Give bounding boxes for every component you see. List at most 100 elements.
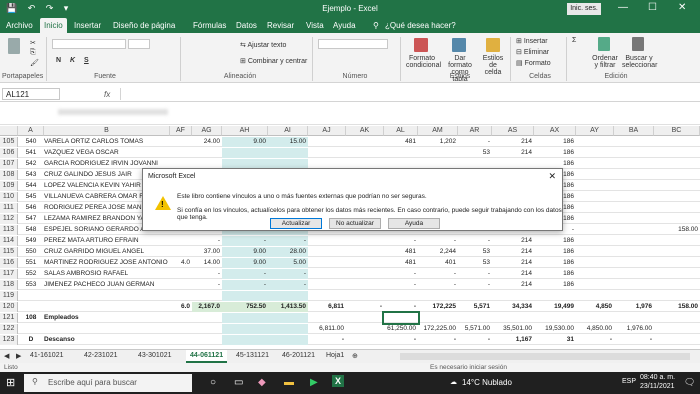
sheet-tab[interactable]: 43-301021 (138, 352, 171, 359)
cell-aj[interactable] (308, 258, 346, 268)
cell-bc[interactable] (654, 335, 700, 345)
cell-ar[interactable]: 53 (458, 258, 492, 268)
cell-ax[interactable]: 186 (534, 148, 576, 158)
cell-ba[interactable] (614, 181, 654, 191)
cell-ay[interactable] (576, 280, 614, 290)
cell-ak[interactable] (346, 269, 384, 279)
cell-am[interactable]: 172,225.00 (418, 324, 458, 334)
cell-ay[interactable]: - (576, 335, 614, 345)
row-header[interactable]: 113 (0, 225, 18, 235)
tab-inicio[interactable]: Inicio (40, 18, 67, 33)
cell-ba[interactable]: 1,976 (614, 302, 654, 312)
cell-a[interactable]: 542 (18, 159, 44, 169)
column-header[interactable]: B (44, 126, 170, 136)
row-header[interactable]: 115 (0, 247, 18, 257)
cell-ah[interactable]: - (222, 269, 268, 279)
sheet-tab[interactable]: 46-201121 (282, 352, 315, 359)
cell-a[interactable]: 553 (18, 280, 44, 290)
cell-ag[interactable]: - (192, 269, 222, 279)
spreadsheet-grid[interactable]: A B AF AG AH AI AJ AK AL AM AR AS AX AY BA BC 105 540 VARE… (0, 126, 700, 348)
cell-ai[interactable]: 28.00 (268, 247, 308, 257)
column-header[interactable]: AS (492, 126, 534, 136)
cell-styles-button[interactable]: Estilos de celda (480, 55, 506, 76)
column-header[interactable]: BC (654, 126, 700, 136)
cell-al[interactable]: - (384, 236, 418, 246)
autosum-icon[interactable]: Σ (572, 37, 576, 44)
tab-insertar[interactable]: Insertar (74, 21, 101, 30)
cell-ba[interactable] (614, 269, 654, 279)
column-header[interactable]: AK (346, 126, 384, 136)
excel-taskbar-icon[interactable]: X (332, 375, 345, 387)
cell-aj[interactable]: 6,811.00 (308, 324, 346, 334)
cell-al[interactable]: 481 (384, 247, 418, 257)
cell-ar[interactable]: 5,571 (458, 302, 492, 312)
cell-af[interactable]: 6.0 (170, 302, 192, 312)
cell-b[interactable]: MARTINEZ RODRIGUEZ JOSE ANTONIO (44, 258, 170, 268)
cell-ba[interactable] (614, 313, 654, 323)
row-header[interactable]: 114 (0, 236, 18, 246)
cell-ba[interactable]: - (614, 335, 654, 345)
cell-b[interactable]: CRUZ GARRIDO MIGUEL ANGEL (44, 247, 170, 257)
cell-a[interactable] (18, 291, 44, 301)
cell-ai[interactable] (268, 148, 308, 158)
cell-ar[interactable]: - (458, 280, 492, 290)
cell-a[interactable]: D (18, 335, 44, 345)
cell-b[interactable]: PEREZ MATA ARTURO EFRAIN (44, 236, 170, 246)
cell-as[interactable] (492, 291, 534, 301)
cell-ba[interactable] (614, 236, 654, 246)
cell-af[interactable] (170, 148, 192, 158)
cell-ax[interactable]: 186 (534, 247, 576, 257)
row-header[interactable]: 121 (0, 313, 18, 323)
row-header[interactable]: 120 (0, 302, 18, 312)
wrap-text-button[interactable]: ⇆ Ajustar texto (240, 41, 286, 49)
cell-ai[interactable]: - (268, 269, 308, 279)
name-box[interactable]: AL121 (2, 88, 60, 100)
no-update-button[interactable]: No actualizar (329, 218, 381, 229)
row-header[interactable]: 109 (0, 181, 18, 191)
cell-a[interactable]: 549 (18, 236, 44, 246)
column-header[interactable]: AG (192, 126, 222, 136)
cell-ba[interactable] (614, 192, 654, 202)
cell-as[interactable]: 34,334 (492, 302, 534, 312)
cell-ba[interactable] (614, 214, 654, 224)
cell-ax[interactable]: 186 (534, 137, 576, 147)
cell-a[interactable]: 108 (18, 313, 44, 323)
cell-ay[interactable]: 4,850.00 (576, 324, 614, 334)
cell-ah[interactable] (222, 324, 268, 334)
column-header[interactable]: A (18, 126, 44, 136)
app-icon[interactable]: ▶ (310, 377, 318, 388)
tab-diseno[interactable]: Diseño de página (113, 21, 175, 30)
cell-as[interactable]: 214 (492, 247, 534, 257)
number-format-dropdown[interactable] (318, 39, 388, 49)
cell-b[interactable]: SALAS AMBROSIO RAFAEL (44, 269, 170, 279)
cell-af[interactable] (170, 247, 192, 257)
cell-ai[interactable]: 1,413.50 (268, 302, 308, 312)
cut-icon[interactable]: ✂ (30, 39, 36, 47)
cell-al[interactable] (384, 291, 418, 301)
sheet-tab[interactable]: 41-161021 (30, 352, 63, 359)
cell-ba[interactable]: 1,976.00 (614, 324, 654, 334)
cell-ag[interactable] (192, 148, 222, 158)
cell-ay[interactable] (576, 170, 614, 180)
cell-b[interactable] (44, 302, 170, 312)
cell-ag[interactable]: 14.00 (192, 258, 222, 268)
cell-ba[interactable] (614, 170, 654, 180)
cell-al[interactable]: - (384, 302, 418, 312)
cell-ah[interactable] (222, 291, 268, 301)
cell-ay[interactable] (576, 258, 614, 268)
cell-am[interactable]: - (418, 335, 458, 345)
cell-ak[interactable] (346, 280, 384, 290)
cell-ay[interactable] (576, 148, 614, 158)
cell-a[interactable] (18, 324, 44, 334)
cell-ax[interactable] (534, 291, 576, 301)
column-header[interactable]: AJ (308, 126, 346, 136)
cell-ar[interactable] (458, 291, 492, 301)
cell-bc[interactable] (654, 159, 700, 169)
cell-am[interactable]: 2,244 (418, 247, 458, 257)
cell-as[interactable]: 214 (492, 280, 534, 290)
cell-ah[interactable]: - (222, 280, 268, 290)
cell-as[interactable]: 214 (492, 137, 534, 147)
cell-am[interactable]: - (418, 280, 458, 290)
cell-ba[interactable] (614, 247, 654, 257)
windows-start-icon[interactable]: ⊞ (6, 376, 15, 389)
